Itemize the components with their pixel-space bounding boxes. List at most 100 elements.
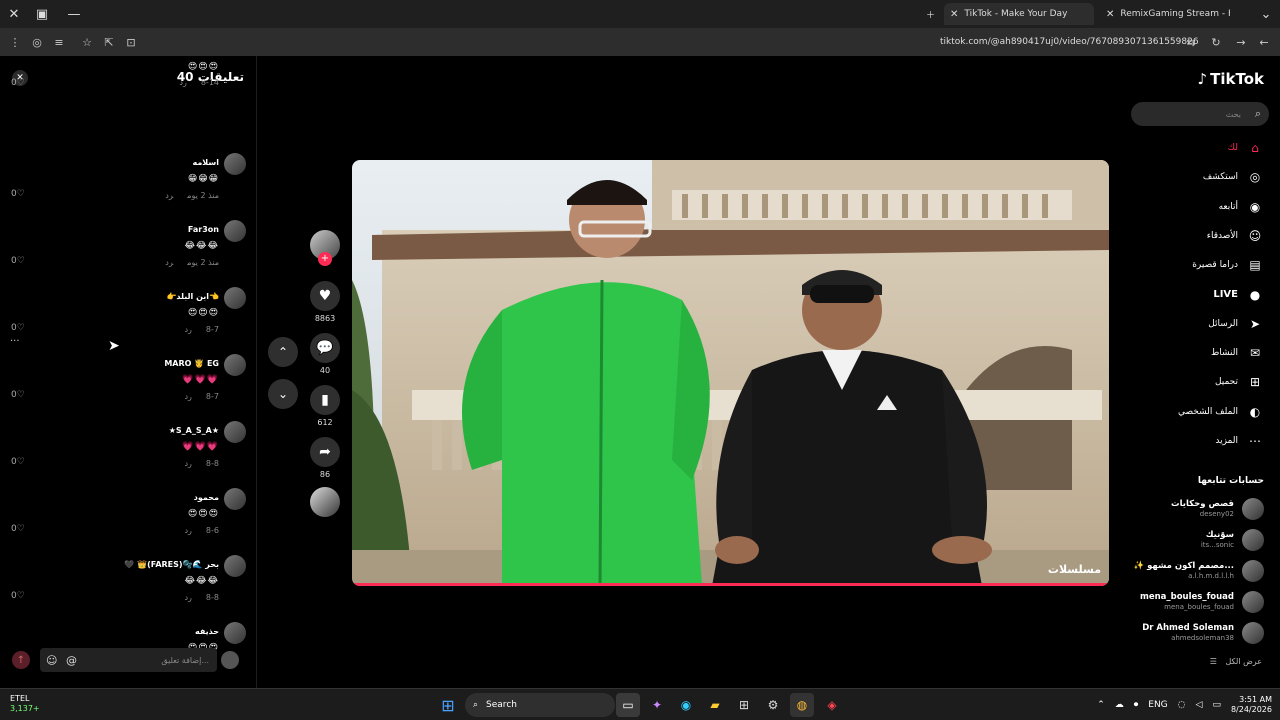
reply-button[interactable]: رد bbox=[184, 526, 191, 535]
nav-item-upload[interactable]: ⊞ تحميل bbox=[1215, 372, 1264, 392]
tray-app-icon[interactable]: ☁ bbox=[1115, 700, 1124, 710]
search-icon[interactable]: ⌕ bbox=[1255, 107, 1261, 121]
comment-like[interactable]: 0♡ bbox=[11, 256, 25, 266]
commenter-avatar[interactable] bbox=[224, 421, 246, 443]
search-input[interactable]: بحث ⌕ bbox=[1131, 102, 1269, 126]
reply-button[interactable]: رد bbox=[165, 258, 173, 267]
commenter-name[interactable]: 👈ابن البلد👉 bbox=[166, 292, 219, 301]
tiktok-logo[interactable]: ♪ TikTok bbox=[1198, 70, 1264, 88]
nav-item-home[interactable]: ⌂ لك bbox=[1228, 138, 1264, 158]
language-indicator[interactable]: ENG bbox=[1148, 700, 1167, 710]
comment-like[interactable]: 0♡ bbox=[11, 390, 25, 400]
reply-button[interactable]: رد bbox=[184, 459, 191, 468]
tab-tiktok[interactable]: ✕ TikTok - Make Your Day bbox=[944, 3, 1094, 25]
volume-icon[interactable]: ◁ bbox=[1196, 700, 1203, 710]
comment-button[interactable]: 💬 bbox=[310, 333, 340, 363]
back-icon[interactable]: ← bbox=[1253, 28, 1275, 56]
reply-button[interactable]: رد bbox=[165, 191, 173, 200]
battery-icon[interactable]: ▭ bbox=[1212, 700, 1221, 710]
close-tab-icon[interactable]: ✕ bbox=[950, 9, 958, 20]
nav-item-more[interactable]: ⋯ المزيد bbox=[1215, 431, 1264, 451]
tab-actions-icon[interactable]: ▣ bbox=[28, 0, 56, 28]
nav-item-drama[interactable]: ▤ دراما قصيرة bbox=[1192, 255, 1264, 275]
microphone-icon[interactable]: ⏺ bbox=[1134, 700, 1139, 710]
task-view-icon[interactable]: ▭ bbox=[616, 693, 640, 717]
comment-like[interactable]: 0♡ bbox=[11, 323, 25, 333]
chrome-icon[interactable]: ◍ bbox=[790, 693, 814, 717]
sound-avatar[interactable] bbox=[310, 487, 340, 517]
previous-video-button[interactable]: ⌃ bbox=[268, 337, 298, 367]
commenter-avatar[interactable] bbox=[224, 354, 246, 376]
commenter-avatar[interactable] bbox=[224, 622, 246, 644]
close-tab-icon[interactable]: ✕ bbox=[1106, 9, 1114, 20]
creator-avatar[interactable]: + bbox=[308, 230, 342, 266]
taskbar-search[interactable]: ⌕ Search bbox=[465, 693, 615, 717]
commenter-avatar[interactable] bbox=[224, 488, 246, 510]
reply-button[interactable]: رد bbox=[184, 325, 191, 334]
forward-icon[interactable]: → bbox=[1230, 28, 1252, 56]
network-icon[interactable]: ◌ bbox=[1178, 700, 1186, 710]
commenter-name[interactable]: حذيفه bbox=[195, 627, 219, 636]
reply-button[interactable]: رد bbox=[179, 78, 186, 87]
commenter-name[interactable]: MARO 🤴 EG bbox=[164, 359, 219, 368]
followed-account[interactable]: Dr Ahmed Soleman ahmedsoleman38 bbox=[1124, 620, 1264, 648]
comment-input[interactable]: ☺ @ إضافة تعليق... bbox=[40, 648, 217, 672]
tab-kick[interactable]: ✕ RemixGaming Stream - Kick Da bbox=[1100, 3, 1250, 25]
settings-icon[interactable]: ⚙ bbox=[761, 693, 785, 717]
commenter-name[interactable]: بحر 🌊🫧(FARES)👑 🖤 bbox=[124, 560, 219, 569]
reading-list-icon[interactable]: ≡ bbox=[48, 28, 70, 56]
save-button[interactable]: ▮ bbox=[310, 385, 340, 415]
edge-icon[interactable]: ◉ bbox=[674, 693, 698, 717]
commenter-name[interactable]: محمود bbox=[194, 493, 219, 502]
comment-like[interactable]: 0♡ bbox=[11, 78, 25, 88]
nav-item-compass[interactable]: ◎ استكشف bbox=[1203, 167, 1264, 187]
followed-account[interactable]: ✨ مصمم اكون مشهو... a.l.h.m.d.l.l.h bbox=[1124, 558, 1264, 586]
like-button[interactable]: ♥ bbox=[310, 281, 340, 311]
reload-icon[interactable]: ↻ bbox=[1205, 28, 1227, 56]
comment-like[interactable]: 0♡ bbox=[11, 524, 25, 534]
nav-item-friends[interactable]: ☺ الأصدقاء bbox=[1207, 226, 1264, 246]
share-button[interactable]: ➦ bbox=[310, 437, 340, 467]
next-video-button[interactable]: ⌄ bbox=[268, 379, 298, 409]
nav-item-activity[interactable]: ✉ النشاط bbox=[1211, 343, 1264, 363]
followed-account[interactable]: قصص وحكايات deseny02 bbox=[1124, 496, 1264, 524]
see-all-link[interactable]: عرض الكل ☰ bbox=[1210, 657, 1262, 666]
comment-like[interactable]: 0♡ bbox=[11, 591, 25, 601]
nav-item-live[interactable]: ● LIVE bbox=[1213, 285, 1264, 305]
reply-button[interactable]: رد bbox=[184, 593, 191, 602]
file-explorer-icon[interactable]: ▰ bbox=[703, 693, 727, 717]
mention-icon[interactable]: @ bbox=[66, 654, 77, 667]
video-progress-bar[interactable] bbox=[352, 583, 1109, 586]
copilot-icon[interactable]: ✦ bbox=[645, 693, 669, 717]
account-icon[interactable]: ◎ bbox=[26, 28, 48, 56]
clock[interactable]: 3:51 AM 8/24/2026 bbox=[1231, 695, 1272, 715]
pocket-icon[interactable]: ◈ bbox=[820, 693, 844, 717]
store-icon[interactable]: ⊞ bbox=[732, 693, 756, 717]
tray-chevron-icon[interactable]: ⌃ bbox=[1097, 700, 1105, 710]
url-text[interactable]: tiktok.com/@ah890417uj0/video/7670893071… bbox=[940, 37, 1199, 47]
nav-item-following[interactable]: ◉ أتابعه bbox=[1219, 197, 1264, 217]
followed-account[interactable]: سوًنيك its...sonic bbox=[1124, 527, 1264, 555]
emoji-icon[interactable]: ☺ bbox=[46, 654, 57, 667]
video-caption[interactable]: مسلسلات bbox=[1048, 563, 1101, 576]
minimize-icon[interactable]: — bbox=[60, 0, 88, 28]
video-player[interactable]: مسلسلات bbox=[352, 160, 1109, 586]
bookmark-star-icon[interactable]: ☆ bbox=[76, 28, 98, 56]
screenshot-icon[interactable]: ⊡ bbox=[120, 28, 142, 56]
commenter-name[interactable]: ★S_A_S_A★ bbox=[169, 426, 219, 435]
start-button[interactable]: ⊞ bbox=[436, 693, 460, 717]
comment-like[interactable]: 0♡ bbox=[11, 189, 25, 199]
followed-account[interactable]: mena_boules_fouad mena_boules_fouad bbox=[1124, 589, 1264, 617]
comment-like[interactable]: 0♡ bbox=[11, 457, 25, 467]
send-comment-button[interactable]: ↑ bbox=[12, 651, 30, 669]
commenter-avatar[interactable] bbox=[224, 287, 246, 309]
tab-list-icon[interactable]: ⌄ bbox=[1252, 0, 1280, 28]
commenter-name[interactable]: Far3on bbox=[188, 225, 219, 234]
menu-icon[interactable]: ⋮ bbox=[4, 28, 26, 56]
nav-item-profile[interactable]: ◐ الملف الشخصي bbox=[1178, 402, 1264, 422]
new-tab-button[interactable]: ＋ bbox=[920, 3, 941, 25]
commenter-avatar[interactable] bbox=[224, 555, 246, 577]
nav-item-messages[interactable]: ➤ الرسائل bbox=[1208, 314, 1264, 334]
share-icon[interactable]: ⇱ bbox=[98, 28, 120, 56]
commenter-avatar[interactable] bbox=[224, 220, 246, 242]
